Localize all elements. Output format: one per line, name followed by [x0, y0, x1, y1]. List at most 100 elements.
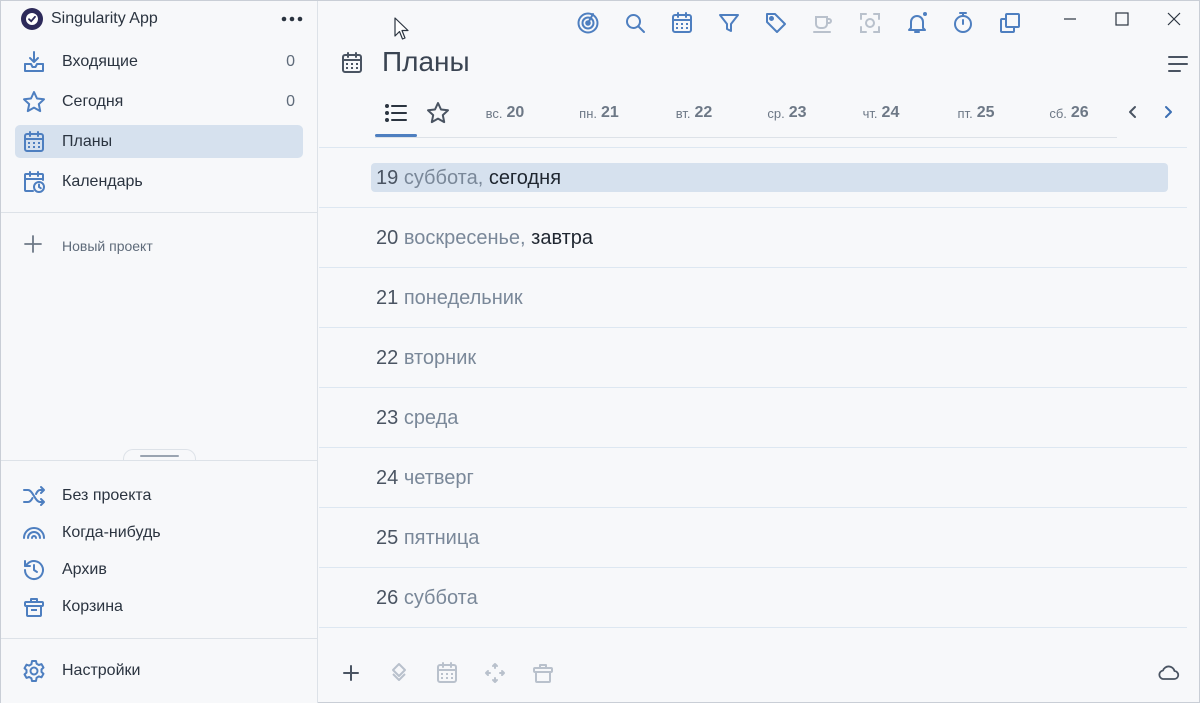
sidebar-secondary-nav: Без проекта Когда-нибудь Архив Корзина — [15, 479, 303, 627]
plus-icon — [343, 665, 359, 681]
sidebar-settings: Настройки — [15, 654, 303, 694]
day-weekday: среда — [403, 407, 459, 429]
screen-focus-icon[interactable] — [856, 9, 884, 37]
day-weekday: суббота — [403, 587, 478, 609]
tab-day[interactable]: чт. 24 — [855, 91, 907, 135]
day-number: 23 — [376, 407, 399, 429]
tag-icon[interactable] — [762, 9, 790, 37]
tab-day[interactable]: вс. 20 — [479, 91, 531, 135]
filter-icon[interactable] — [715, 9, 743, 37]
timer-icon[interactable] — [949, 9, 977, 37]
day-row[interactable]: 21 понедельник — [319, 267, 1187, 327]
sidebar-item-label: Планы — [62, 132, 113, 150]
rainbow-icon — [21, 520, 47, 546]
calendar-icon — [21, 129, 47, 155]
day-row[interactable]: 23 среда — [319, 387, 1187, 447]
tab-day-number: 21 — [601, 104, 619, 121]
tab-dow: сб. — [1049, 105, 1067, 121]
sidebar-item-label: Корзина — [62, 597, 123, 615]
day-row[interactable]: 22 вторник — [319, 327, 1187, 387]
tab-dow: пт. — [957, 105, 973, 121]
sidebar-item-label: Настройки — [62, 661, 141, 679]
star-icon — [21, 89, 47, 115]
chevron-left-icon — [1129, 106, 1136, 118]
tab-list[interactable] — [375, 91, 417, 137]
plus-icon — [21, 232, 45, 261]
day-number: 26 — [376, 587, 399, 609]
coffee-break-icon[interactable] — [809, 9, 837, 37]
day-row[interactable]: 20 воскресенье, завтра — [319, 207, 1187, 267]
prev-week-button[interactable] — [1122, 101, 1144, 123]
sidebar-item-trash[interactable]: Корзина — [15, 590, 303, 623]
tab-day[interactable]: сб. 26 — [1043, 91, 1095, 135]
sidebar-item-label: Календарь — [62, 172, 143, 190]
tab-day[interactable]: пт. 25 — [950, 91, 1002, 135]
sidebar-item-archive[interactable]: Архив — [15, 553, 303, 586]
cloud-sync-icon[interactable] — [1154, 659, 1182, 687]
sidebar-item-inbox[interactable]: Входящие 0 — [15, 45, 303, 78]
day-number: 22 — [376, 347, 399, 369]
tab-dow: вт. — [675, 105, 691, 121]
day-weekday: пятница — [403, 527, 480, 549]
new-project-button[interactable]: Новый проект — [21, 233, 153, 259]
move-to-project-icon[interactable] — [385, 659, 413, 687]
sidebar-nav: Входящие 0 Сегодня 0 Планы Календарь — [15, 45, 303, 205]
focus-target-icon[interactable] — [574, 9, 602, 37]
sidebar-item-settings[interactable]: Настройки — [15, 654, 303, 687]
search-icon[interactable] — [621, 9, 649, 37]
more-options-icon[interactable] — [278, 7, 306, 31]
app-window: Singularity App Входящие 0 Сегодня 0 Пла… — [0, 0, 1200, 703]
sidebar-item-calendar[interactable]: Календарь — [15, 165, 303, 198]
app-title: Singularity App — [51, 10, 158, 27]
next-week-button[interactable] — [1157, 101, 1179, 123]
sidebar-divider — [1, 212, 317, 213]
tab-dow: чт. — [862, 105, 878, 121]
sidebar-divider — [1, 638, 317, 639]
day-relative: завтра — [531, 227, 594, 249]
tab-favorites[interactable] — [423, 91, 453, 135]
trash-icon — [21, 594, 47, 620]
calendar-icon — [342, 52, 362, 73]
sidebar-item-label: Архив — [62, 560, 107, 578]
day-number: 20 — [376, 227, 399, 249]
sidebar-item-no-project[interactable]: Без проекта — [15, 479, 303, 512]
day-number: 21 — [376, 287, 399, 309]
notifications-icon[interactable] — [903, 9, 931, 37]
minimize-window-icon[interactable] — [1047, 5, 1093, 33]
top-toolbar — [319, 1, 1200, 45]
move-arrows-icon[interactable] — [481, 659, 509, 687]
day-row[interactable]: 24 четверг — [319, 447, 1187, 507]
date-tabs: вс. 20 пн. 21 вт. 22 ср. 23 чт. 24 пт. 25 сб. 2… — [375, 91, 1117, 138]
close-window-icon[interactable] — [1151, 5, 1197, 33]
day-weekday: суббота, — [403, 167, 484, 189]
day-list: 19 суббота, сегодня 20 воскресенье, завт… — [319, 147, 1187, 628]
inbox-count: 0 — [286, 52, 295, 70]
trash-icon[interactable] — [529, 659, 557, 687]
maximize-window-icon[interactable] — [1099, 5, 1145, 33]
list-icon — [385, 104, 407, 122]
calendar-icon[interactable] — [668, 9, 696, 37]
tab-dow: пн. — [579, 105, 598, 121]
list-menu-icon[interactable] — [1165, 51, 1191, 77]
tab-day[interactable]: пн. 21 — [573, 91, 625, 135]
tab-day-number: 26 — [1070, 104, 1089, 121]
star-icon — [427, 102, 449, 124]
calendar-icon[interactable] — [433, 659, 461, 687]
sidebar-item-someday[interactable]: Когда-нибудь — [15, 516, 303, 549]
day-weekday: вторник — [403, 347, 477, 369]
day-row[interactable]: 25 пятница — [319, 507, 1187, 567]
add-task-button[interactable] — [337, 659, 365, 687]
day-row[interactable]: 19 суббота, сегодня — [319, 147, 1187, 207]
sidebar-item-today[interactable]: Сегодня 0 — [15, 85, 303, 118]
day-row[interactable]: 26 суббота — [319, 567, 1187, 627]
chevron-right-icon — [1165, 106, 1172, 118]
tab-day[interactable]: вт. 22 — [668, 91, 720, 135]
day-number: 19 — [376, 167, 399, 189]
tab-day-number: 24 — [881, 104, 900, 121]
sidebar-item-label: Без проекта — [62, 486, 152, 504]
sidebar-item-plans[interactable]: Планы — [15, 125, 303, 158]
tab-day[interactable]: ср. 23 — [761, 91, 813, 135]
copy-windows-icon[interactable] — [996, 9, 1024, 37]
tab-day-number: 25 — [976, 104, 995, 121]
tab-day-number: 20 — [506, 104, 525, 121]
